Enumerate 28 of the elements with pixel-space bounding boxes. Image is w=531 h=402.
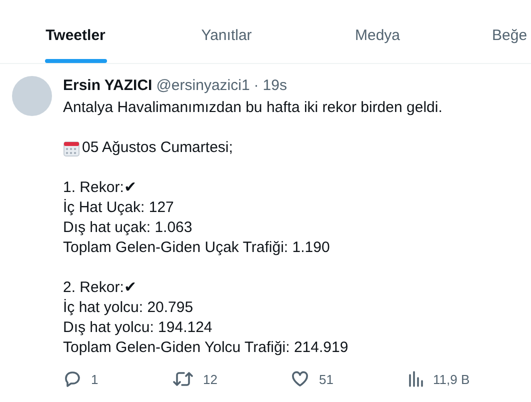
retweet-icon[interactable] [173,370,193,388]
tweet-text-line: İç Hat Uçak: 127 [63,198,175,218]
action-count: 1 [91,372,98,386]
active-tab-indicator [44,59,106,63]
tab[interactable]: Beğe [492,27,528,44]
separator: · [254,76,259,96]
tweet-text-line: 2. Rekor:✔ [63,278,138,298]
action-count: 11,9 B [433,372,470,386]
action-count: 51 [319,372,334,386]
heart-icon[interactable] [291,370,309,388]
tab[interactable]: Yanıtlar [201,27,252,44]
tweet-text-line: Toplam Gelen-Giden Yolcu Trafiği: 214.919 [63,338,350,358]
tweet-text-line: Dış hat yolcu: 194.124 [63,318,214,338]
author-name[interactable]: Ersin YAZICI [63,76,152,96]
tweet-text-line: Toplam Gelen-Giden Uçak Trafiği: 1.190 [63,238,331,258]
speech-bubble-icon[interactable] [63,370,81,388]
tweet-text-line: 1. Rekor:✔ [63,178,138,198]
tweet-text-line: 05 Ağustos Cumartesi; [82,138,233,158]
tweet-time[interactable]: 19s [262,76,287,96]
bar-chart-icon[interactable] [409,371,423,387]
author-handle[interactable]: @ersinyazici1 [156,76,250,96]
tab[interactable]: Medya [354,27,400,44]
calendar-icon [63,140,80,156]
tweet-text-line: Antalya Havalimanımızdan bu hafta iki rekor birden geldi. [63,98,444,118]
tab[interactable]: Tweetler [46,27,106,44]
tweet-text-line: İç hat yolcu: 20.795 [63,298,194,318]
tweet-text-line: Dış hat uçak: 1.063 [63,218,194,238]
action-count: 12 [203,372,218,386]
